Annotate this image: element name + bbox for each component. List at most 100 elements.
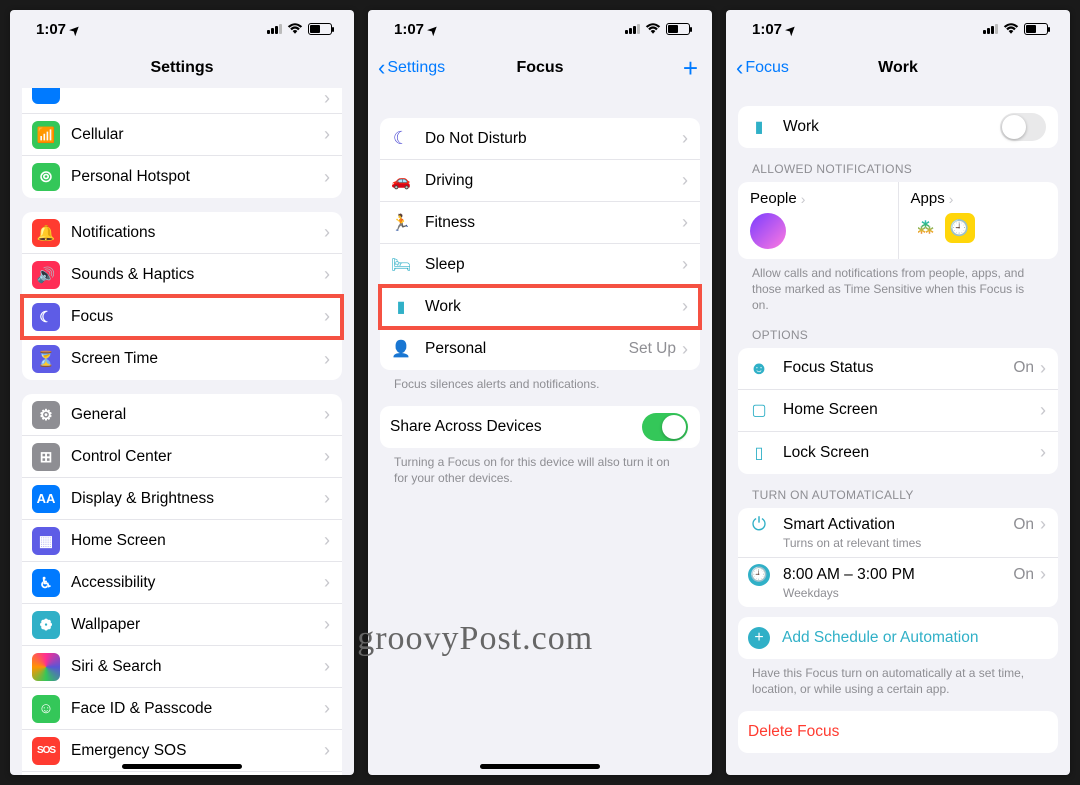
row-label: Siri & Search	[71, 658, 324, 676]
faceid-icon: ☺	[32, 695, 60, 723]
chevron-right-icon: ›	[324, 124, 330, 145]
phone-focus-work: 1:07 ‹ Focus Work ▮ Work ALLOWED NOTIFIC…	[726, 10, 1070, 775]
cellular-signal-icon	[983, 24, 998, 34]
settings-row-sounds[interactable]: 🔊 Sounds & Haptics ›	[22, 254, 342, 296]
settings-row-home-screen[interactable]: ▦ Home Screen ›	[22, 520, 342, 562]
option-lock-screen[interactable]: ▯ Lock Screen ›	[738, 432, 1058, 474]
home-indicator[interactable]	[122, 764, 242, 769]
home-indicator[interactable]	[480, 764, 600, 769]
back-button[interactable]: ‹ Settings	[378, 55, 445, 81]
work-enable-toggle[interactable]	[1000, 113, 1046, 141]
row-label: Notifications	[71, 224, 324, 242]
footnote: Allow calls and notifications from peopl…	[738, 259, 1058, 314]
location-icon	[786, 21, 796, 38]
row-label: Driving	[425, 172, 682, 190]
row-label: Face ID & Passcode	[71, 700, 324, 718]
row-label: Add Schedule or Automation	[782, 629, 1046, 647]
settings-row-control-center[interactable]: ⊞ Control Center ›	[22, 436, 342, 478]
settings-row-bluetooth-partial[interactable]: ›	[22, 88, 342, 114]
row-label: Control Center	[71, 448, 324, 466]
row-label: General	[71, 406, 324, 424]
settings-row-faceid[interactable]: ☺ Face ID & Passcode ›	[22, 688, 342, 730]
slack-app-icon: ⁂	[911, 213, 941, 243]
settings-row-accessibility[interactable]: ♿︎ Accessibility ›	[22, 562, 342, 604]
chevron-right-icon: ›	[682, 296, 688, 317]
row-side: On	[1013, 566, 1034, 584]
wallpaper-icon: ❁	[32, 611, 60, 639]
display-icon: AA	[32, 485, 60, 513]
page-title: Settings	[150, 59, 213, 77]
add-schedule-button[interactable]: + Add Schedule or Automation	[738, 617, 1058, 659]
page-title: Work	[878, 59, 918, 77]
bluetooth-icon	[32, 88, 60, 104]
bed-icon: 🛏	[390, 254, 412, 276]
settings-row-exposure[interactable]: ✱ Exposure Notifications ›	[22, 772, 342, 775]
settings-row-focus[interactable]: ☾ Focus ›	[22, 296, 342, 338]
row-label: Do Not Disturb	[425, 130, 682, 148]
focus-moon-icon: ☾	[32, 303, 60, 331]
chevron-right-icon: ›	[324, 656, 330, 677]
delete-focus-button[interactable]: Delete Focus	[738, 711, 1058, 753]
auto-smart-activation[interactable]: ⏻ Smart Activation On › Turns on at rele…	[738, 508, 1058, 558]
wifi-icon	[645, 23, 661, 35]
status-bar: 1:07	[10, 10, 354, 48]
siri-icon	[32, 653, 60, 681]
battery-icon	[666, 23, 690, 35]
settings-row-siri[interactable]: Siri & Search ›	[22, 646, 342, 688]
row-label: 8:00 AM – 3:00 PM	[783, 566, 1013, 584]
chevron-right-icon: ›	[682, 254, 688, 275]
row-label: Sleep	[425, 256, 682, 274]
battery-icon	[308, 23, 332, 35]
focus-row-fitness[interactable]: 🏃 Fitness ›	[380, 202, 700, 244]
allowed-apps[interactable]: Apps› ⁂ 🕘	[899, 182, 1059, 259]
people-label: People	[750, 190, 797, 207]
fitness-icon: 🏃	[390, 212, 412, 234]
row-subtext: Weekdays	[783, 586, 839, 601]
cellular-signal-icon	[267, 24, 282, 34]
chevron-right-icon: ›	[324, 698, 330, 719]
option-home-screen[interactable]: ▢ Home Screen ›	[738, 390, 1058, 432]
chevron-right-icon: ›	[1040, 442, 1046, 463]
chevron-right-icon: ›	[324, 88, 330, 109]
row-label: Personal	[425, 340, 629, 358]
status-time: 1:07	[36, 21, 66, 38]
focus-row-dnd[interactable]: ☾ Do Not Disturb ›	[380, 118, 700, 160]
allowed-people[interactable]: People›	[738, 182, 899, 259]
back-label: Settings	[387, 59, 445, 77]
chevron-right-icon: ›	[682, 128, 688, 149]
row-label: Home Screen	[783, 401, 1040, 419]
location-icon	[70, 21, 80, 38]
auto-schedule-1[interactable]: 🕘 8:00 AM – 3:00 PM On › Weekdays	[738, 558, 1058, 607]
focus-row-work[interactable]: ▮ Work ›	[380, 286, 700, 328]
chevron-right-icon: ›	[1040, 400, 1046, 421]
row-label: Sounds & Haptics	[71, 266, 324, 284]
share-toggle[interactable]	[642, 413, 688, 441]
back-button[interactable]: ‹ Focus	[736, 55, 789, 81]
chevron-right-icon: ›	[324, 167, 330, 188]
wifi-icon	[1003, 23, 1019, 35]
option-focus-status[interactable]: ☻ Focus Status On ›	[738, 348, 1058, 390]
clock-icon: 🕘	[748, 564, 770, 586]
settings-row-notifications[interactable]: 🔔 Notifications ›	[22, 212, 342, 254]
row-label: Focus	[71, 308, 324, 326]
chevron-right-icon: ›	[324, 572, 330, 593]
settings-row-display[interactable]: AA Display & Brightness ›	[22, 478, 342, 520]
nav-bar: Settings	[10, 48, 354, 88]
status-time: 1:07	[394, 21, 424, 38]
add-focus-button[interactable]: +	[683, 55, 698, 81]
settings-row-general[interactable]: ⚙ General ›	[22, 394, 342, 436]
footnote: Have this Focus turn on automatically at…	[738, 659, 1058, 697]
settings-row-cellular[interactable]: 📶 Cellular ›	[22, 114, 342, 156]
focus-row-sleep[interactable]: 🛏 Sleep ›	[380, 244, 700, 286]
share-across-devices-row[interactable]: Share Across Devices	[380, 406, 700, 448]
plus-icon: +	[748, 627, 770, 649]
focus-row-personal[interactable]: 👤 Personal Set Up ›	[380, 328, 700, 370]
settings-row-wallpaper[interactable]: ❁ Wallpaper ›	[22, 604, 342, 646]
chevron-right-icon: ›	[682, 339, 688, 360]
settings-row-hotspot[interactable]: ⦾ Personal Hotspot ›	[22, 156, 342, 198]
focus-row-driving[interactable]: 🚗 Driving ›	[380, 160, 700, 202]
chevron-right-icon: ›	[801, 191, 806, 207]
work-toggle-row[interactable]: ▮ Work	[738, 106, 1058, 148]
settings-row-screen-time[interactable]: ⏳ Screen Time ›	[22, 338, 342, 380]
nav-bar: ‹ Settings Focus +	[368, 48, 712, 88]
